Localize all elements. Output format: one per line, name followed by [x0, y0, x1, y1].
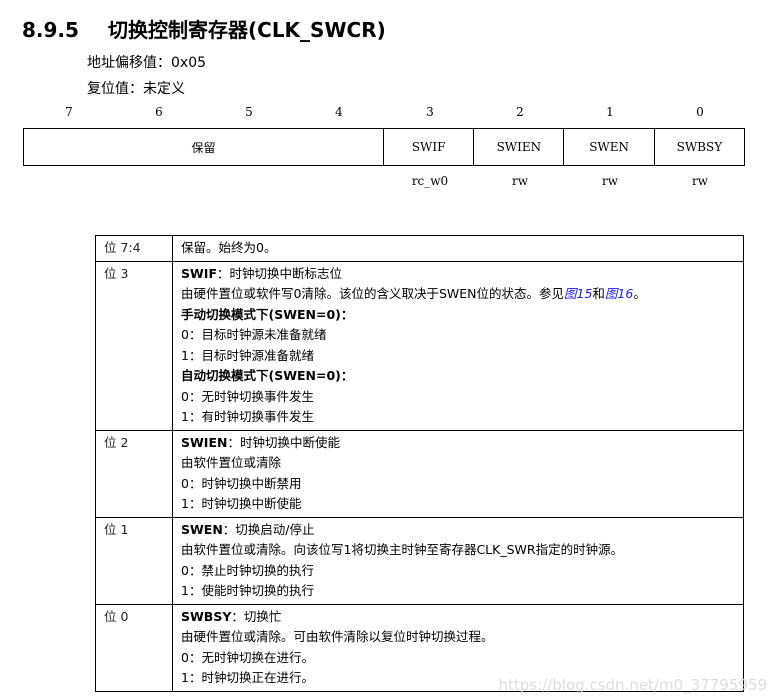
field-summary: ：切换忙 — [231, 608, 282, 624]
bit-description-table: 位 7:4 保留。始终为0。 位 3 SWIF：时钟切换中断标志位 由硬件置位或… — [95, 235, 744, 692]
section-title: 8.9.5 切换控制寄存器(CLK_SWCR) — [22, 14, 386, 43]
subheading: 自动切换模式下(SWEN=0)： — [181, 368, 354, 383]
field-name: SWIF — [181, 265, 217, 281]
access-type: rc_w0 — [411, 174, 449, 188]
field-swien: SWIEN — [473, 129, 563, 165]
desc-line: 0：无时钟切换事件发生 — [181, 388, 314, 404]
bit-number: 0 — [696, 105, 704, 119]
register-map: 保留 SWIF SWIEN SWEN SWBSY — [23, 128, 745, 166]
field-reserved: 保留 — [191, 140, 216, 155]
desc-line: 由硬件置位或软件写0清除。该位的含义取决于SWEN位的状态。参见 — [181, 286, 564, 301]
field-name: SWIEN — [181, 434, 228, 450]
bit-label: 位 3 — [95, 260, 173, 431]
figure-link[interactable]: 图15 — [564, 286, 592, 301]
field-swbsy: SWBSY — [653, 129, 744, 165]
bit-number: 5 — [245, 105, 253, 119]
bit-number: 6 — [155, 105, 163, 119]
field-swif: SWIF — [382, 129, 473, 165]
bit-label: 位 7:4 — [95, 235, 173, 262]
bit-desc: 保留。始终为0。 — [172, 235, 744, 262]
desc-line: 由软件置位或清除。向该位写1将切换主时钟至寄存器CLK_SWR指定的时钟源。 — [181, 542, 624, 557]
bit-number: 1 — [606, 105, 614, 119]
field-summary: ：时钟切换中断标志位 — [216, 265, 342, 281]
field-swen: SWEN — [563, 129, 653, 165]
desc-line: 1：时钟切换中断使能 — [181, 496, 302, 511]
bit-number: 2 — [516, 105, 524, 119]
figure-link[interactable]: 图16 — [605, 286, 633, 301]
address-offset: 地址偏移值：0x05 — [87, 55, 207, 71]
watermark: https://blog.csdn.net/m0_37795959 — [498, 676, 767, 694]
desc-line: 保留。始终为0。 — [181, 240, 277, 255]
desc-line: 0：时钟切换中断禁用 — [181, 475, 302, 491]
reset-value: 复位值：未定义 — [87, 81, 185, 97]
bit-label: 位 1 — [95, 516, 173, 605]
access-type: rw — [601, 174, 618, 188]
table-row: 位 1 SWEN：切换启动/停止 由软件置位或清除。向该位写1将切换主时钟至寄存… — [95, 516, 744, 605]
subheading: 手动切换模式下(SWEN=0)： — [181, 306, 354, 322]
desc-line: 0：禁止时钟切换的执行 — [181, 562, 314, 578]
bit-desc: SWIF：时钟切换中断标志位 由硬件置位或软件写0清除。该位的含义取决于SWEN… — [172, 260, 744, 431]
field-summary: ：时钟切换中断使能 — [227, 434, 340, 450]
bit-label: 位 0 — [95, 603, 173, 692]
table-row: 位 2 SWIEN：时钟切换中断使能 由软件置位或清除 0：时钟切换中断禁用 1… — [95, 429, 744, 518]
bit-desc: SWEN：切换启动/停止 由软件置位或清除。向该位写1将切换主时钟至寄存器CLK… — [172, 516, 744, 605]
field-summary: ：切换启动/停止 — [222, 521, 315, 537]
field-name: SWEN — [181, 521, 223, 537]
bit-number: 4 — [335, 105, 343, 119]
table-row: 位 3 SWIF：时钟切换中断标志位 由硬件置位或软件写0清除。该位的含义取决于… — [95, 260, 744, 431]
bit-number: 7 — [65, 105, 73, 119]
desc-text: 。 — [633, 286, 646, 301]
table-row: 位 7:4 保留。始终为0。 — [95, 235, 744, 262]
section-number: 8.9.5 — [22, 18, 79, 42]
field-name: SWBSY — [181, 608, 232, 624]
desc-line: 1：有时钟切换事件发生 — [181, 409, 314, 424]
desc-line: 1：目标时钟源准备就绪 — [181, 347, 314, 363]
bit-number: 3 — [426, 105, 434, 119]
desc-text: 和 — [592, 286, 605, 301]
access-type: rw — [511, 174, 528, 188]
bit-label: 位 2 — [95, 429, 173, 518]
desc-line: 0：目标时钟源未准备就绪 — [181, 327, 327, 342]
access-type: rw — [691, 174, 708, 188]
bit-desc: SWIEN：时钟切换中断使能 由软件置位或清除 0：时钟切换中断禁用 1：时钟切… — [172, 429, 744, 518]
desc-line: 由软件置位或清除 — [181, 455, 282, 470]
desc-line: 1：使能时钟切换的执行 — [181, 583, 314, 598]
desc-line: 由硬件置位或清除。可由软件清除以复位时钟切换过程。 — [181, 629, 494, 644]
desc-line: 0：无时钟切换在进行。 — [181, 649, 314, 665]
section-name: 切换控制寄存器(CLK_SWCR) — [108, 18, 386, 42]
